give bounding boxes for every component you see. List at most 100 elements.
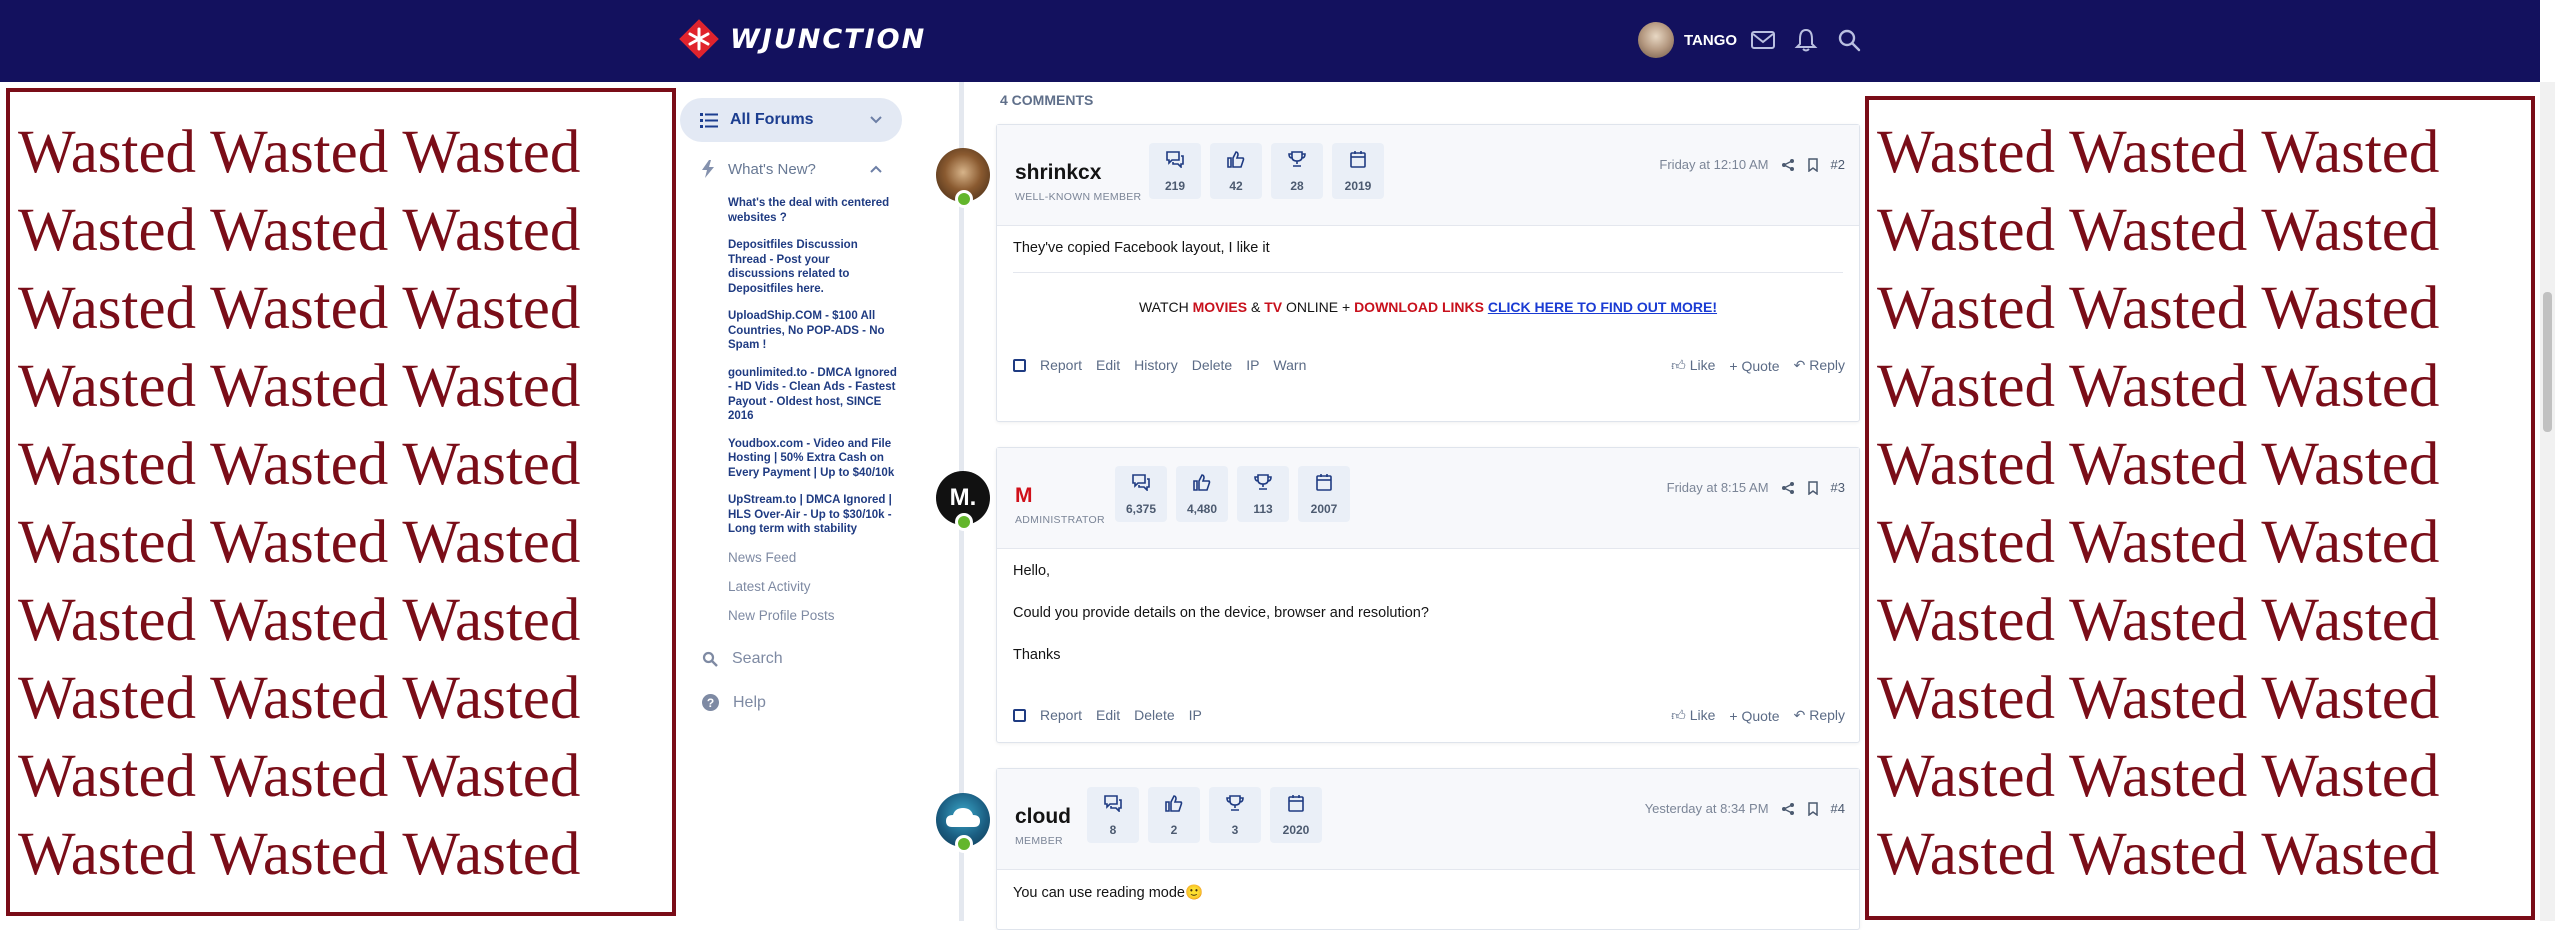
promo-text: WATCH xyxy=(1138,299,1193,315)
post-body: Hello, Could you provide details on the … xyxy=(997,549,1859,689)
ad-text-line: Wasted Wasted Wasted xyxy=(1877,587,2440,654)
ad-banner-left[interactable]: Wasted Wasted Wasted Wasted Wasted Wasted… xyxy=(6,88,676,916)
delete-link[interactable]: Delete xyxy=(1192,357,1232,373)
ip-link[interactable]: IP xyxy=(1189,707,1202,723)
thumbs-up-icon xyxy=(1165,795,1183,812)
comments-count: 4 COMMENTS xyxy=(1000,92,1094,108)
scrollbar-thumb[interactable] xyxy=(2543,292,2552,432)
edit-link[interactable]: Edit xyxy=(1096,707,1120,723)
username: TANGO xyxy=(1684,31,1738,49)
points-stat[interactable]: 3 xyxy=(1209,787,1261,843)
post-author[interactable]: shrinkcx xyxy=(1015,161,1101,185)
sidebar-help-label: Help xyxy=(733,693,766,711)
post-header: shrinkcx WELL-KNOWN MEMBER 219 42 28 201… xyxy=(997,125,1859,226)
share-icon[interactable] xyxy=(1781,158,1795,172)
latest-activity-link[interactable]: Latest Activity xyxy=(728,579,902,608)
report-link[interactable]: Report xyxy=(1040,707,1082,723)
select-checkbox[interactable] xyxy=(1013,358,1026,372)
share-icon[interactable] xyxy=(1781,481,1795,495)
envelope-icon[interactable] xyxy=(1750,27,1776,53)
thread-link[interactable]: UploadShip.COM - $100 All Countries, No … xyxy=(728,309,898,353)
points-stat[interactable]: 113 xyxy=(1237,466,1289,522)
like-label: Like xyxy=(1689,707,1716,723)
messages-stat[interactable]: 6,375 xyxy=(1115,466,1167,522)
like-button[interactable]: 👍︎ Like xyxy=(1671,357,1715,374)
edit-link[interactable]: Edit xyxy=(1096,357,1120,373)
site-logo[interactable]: WJUNCTION xyxy=(679,19,926,59)
points-stat[interactable]: 28 xyxy=(1271,143,1323,199)
thread-link[interactable]: UpStream.to | DMCA Ignored | HLS Over-Ai… xyxy=(728,493,898,537)
thread-link[interactable]: Depositfiles Discussion Thread - Post yo… xyxy=(728,238,898,296)
select-checkbox[interactable] xyxy=(1013,708,1026,722)
reply-button[interactable]: ↶ Reply xyxy=(1794,357,1845,374)
reactions-stat[interactable]: 2 xyxy=(1148,787,1200,843)
like-button[interactable]: 👍︎ Like xyxy=(1671,707,1715,724)
ad-text-line: Wasted Wasted Wasted xyxy=(1877,353,2440,420)
sidebar-search[interactable]: Search xyxy=(680,637,902,681)
online-indicator xyxy=(955,513,973,531)
reply-label: Reply xyxy=(1809,357,1845,373)
ad-banner-right[interactable]: Wasted Wasted Wasted Wasted Wasted Wasted… xyxy=(1865,96,2535,920)
history-link[interactable]: History xyxy=(1134,357,1178,373)
bookmark-icon[interactable] xyxy=(1807,480,1819,495)
post-date[interactable]: Friday at 8:15 AM xyxy=(1667,480,1769,495)
stat-value: 219 xyxy=(1164,179,1186,193)
chevron-down-icon[interactable] xyxy=(868,112,884,128)
thread-link[interactable]: gounlimited.to - DMCA Ignored - HD Vids … xyxy=(728,366,898,424)
calendar-icon xyxy=(1288,795,1304,812)
reactions-stat[interactable]: 42 xyxy=(1210,143,1262,199)
delete-link[interactable]: Delete xyxy=(1134,707,1174,723)
list-icon xyxy=(700,113,718,128)
whats-new-toggle[interactable]: What's New? xyxy=(680,152,902,186)
ip-link[interactable]: IP xyxy=(1246,357,1259,373)
reactions-stat[interactable]: 4,480 xyxy=(1176,466,1228,522)
quote-button[interactable]: + Quote xyxy=(1729,708,1779,724)
search-icon xyxy=(702,651,718,667)
page-scrollbar[interactable] xyxy=(2540,82,2555,921)
post-number[interactable]: #4 xyxy=(1831,801,1845,816)
user-avatar xyxy=(1638,22,1674,58)
reply-button[interactable]: ↶ Reply xyxy=(1794,707,1845,724)
post-number[interactable]: #3 xyxy=(1831,480,1845,495)
joined-stat[interactable]: 2007 xyxy=(1298,466,1350,522)
post-text: You can use reading mode🙂 xyxy=(1013,885,1204,901)
post-author[interactable]: M xyxy=(1015,484,1033,508)
reply-label: Reply xyxy=(1809,707,1845,723)
post-author[interactable]: cloud xyxy=(1015,805,1071,829)
promo-text: ONLINE + xyxy=(1282,299,1355,315)
post-date[interactable]: Friday at 12:10 AM xyxy=(1659,157,1768,172)
report-link[interactable]: Report xyxy=(1040,357,1082,373)
joined-stat[interactable]: 2019 xyxy=(1332,143,1384,199)
new-profile-posts-link[interactable]: New Profile Posts xyxy=(728,608,902,637)
messages-stat[interactable]: 219 xyxy=(1149,143,1201,199)
whats-new-links: News Feed Latest Activity New Profile Po… xyxy=(680,550,902,637)
post-date[interactable]: Yesterday at 8:34 PM xyxy=(1645,801,1769,816)
quote-button[interactable]: + Quote xyxy=(1729,358,1779,374)
share-icon[interactable] xyxy=(1781,802,1795,816)
promo-link[interactable]: CLICK HERE TO FIND OUT MORE! xyxy=(1488,299,1717,315)
warn-link[interactable]: Warn xyxy=(1273,357,1306,373)
bell-icon[interactable] xyxy=(1793,27,1819,53)
user-menu[interactable]: TANGO xyxy=(1638,22,1737,58)
thread-link[interactable]: What's the deal with centered websites ? xyxy=(728,196,898,225)
new-threads-list: What's the deal with centered websites ?… xyxy=(680,196,902,537)
ad-text-line: Wasted Wasted Wasted xyxy=(1877,743,2440,810)
post-text: They've copied Facebook layout, I like i… xyxy=(1013,240,1270,256)
bookmark-icon[interactable] xyxy=(1807,157,1819,172)
promo-text: & xyxy=(1247,299,1265,315)
thread-link[interactable]: Youdbox.com - Video and File Hosting | 5… xyxy=(728,437,898,481)
all-forums-button[interactable]: All Forums xyxy=(680,98,902,142)
messages-stat[interactable]: 8 xyxy=(1087,787,1139,843)
news-feed-link[interactable]: News Feed xyxy=(728,550,902,579)
sidebar-help[interactable]: ? Help xyxy=(680,681,902,725)
search-icon[interactable] xyxy=(1836,27,1862,53)
ad-text-line: Wasted Wasted Wasted xyxy=(1877,509,2440,576)
bookmark-icon[interactable] xyxy=(1807,801,1819,816)
chevron-up-icon[interactable] xyxy=(868,161,884,177)
post-body: You can use reading mode🙂 xyxy=(997,870,1859,901)
user-stats: 219 42 28 2019 xyxy=(1149,143,1384,199)
signature-promo: WATCH MOVIES & TV ONLINE + DOWNLOAD LINK… xyxy=(1013,272,1843,339)
joined-stat[interactable]: 2020 xyxy=(1270,787,1322,843)
post-number[interactable]: #2 xyxy=(1831,157,1845,172)
ad-text-line: Wasted Wasted Wasted xyxy=(1877,431,2440,498)
